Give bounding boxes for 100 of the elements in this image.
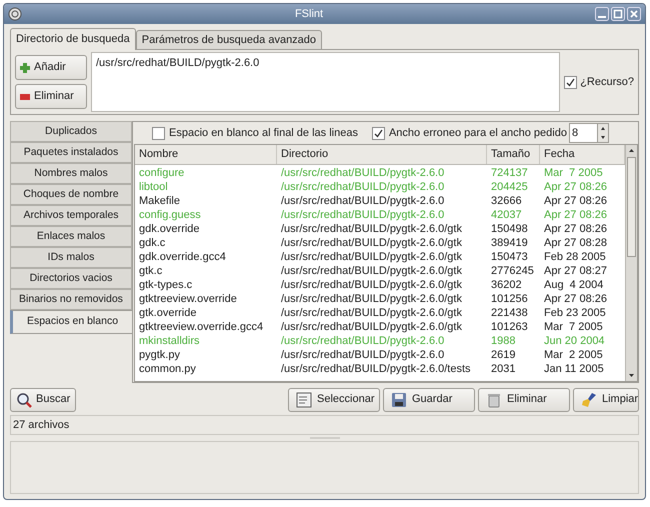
table-cell-text: 221438: [490, 306, 529, 320]
action-button[interactable]: Eliminar: [478, 388, 570, 412]
table-cell-text: 150473: [490, 250, 529, 264]
table-cell-text: 101263: [490, 320, 529, 334]
table-cell-text: Apr 27 08:26: [543, 292, 608, 306]
table-cell-text: /usr/src/redhat/BUILD/pygtk-2.6.0/gtk: [280, 236, 463, 250]
table-cell-text: /usr/src/redhat/BUILD/pygtk-2.6.0: [280, 180, 446, 194]
side-tab[interactable]: Paquetes instalados: [10, 142, 132, 163]
table-cell-text: Apr 27 08:26: [543, 222, 608, 236]
side-tab[interactable]: Archivos temporales: [10, 205, 132, 226]
table-cell-text: Mar 7 2005: [543, 166, 604, 180]
table-cell-text: 2619: [490, 348, 516, 362]
table-cell-text: /usr/src/redhat/BUILD/pygtk-2.6.0/gtk: [280, 306, 463, 320]
table-cell-text: config.guess: [138, 208, 202, 222]
table-row[interactable]: gdk.override /usr/src/redhat/BUILD/pygtk-2.6.0/gtk 150498 Apr 27 08:26: [135, 222, 625, 236]
table-cell-text: /usr/src/redhat/BUILD/pygtk-2.6.0: [280, 334, 446, 348]
table-cell-text: /usr/src/redhat/BUILD/pygtk-2.6.0/gtk: [280, 250, 463, 264]
table-cell-text: Feb 23 2005: [543, 306, 607, 320]
table-cell-text: /usr/src/redhat/BUILD/pygtk-2.6.0: [280, 208, 446, 222]
table-cell-text: Feb 28 2005: [543, 250, 607, 264]
table-cell-text: Apr 27 08:28: [543, 236, 608, 250]
table-cell-text: /usr/src/redhat/BUILD/pygtk-2.6.0/gtk: [280, 264, 463, 278]
table-cell-text: gtk.override: [138, 306, 198, 320]
table-cell-text: 1988: [490, 334, 516, 348]
side-tab[interactable]: Duplicados: [10, 121, 132, 142]
table-cell-text: mkinstalldirs: [138, 334, 201, 348]
table-cell-text: gdk.c: [138, 236, 166, 250]
side-tab[interactable]: Directorios vacios: [10, 268, 132, 289]
table-cell-text: gdk.override: [138, 222, 201, 236]
table-cell-text: 2031: [490, 362, 516, 376]
action-button[interactable]: Limpiar: [573, 388, 639, 412]
table-cell-text: gtk.c: [138, 264, 164, 278]
window-title: FSlint: [294, 6, 324, 22]
table-cell-text: Jan 11 2005: [543, 362, 605, 376]
remove-button[interactable]: Eliminar: [15, 84, 87, 109]
table-cell-text: common.py: [138, 362, 197, 376]
table-cell-text: 42037: [490, 208, 523, 222]
table-cell-text: 150498: [490, 222, 529, 236]
table-cell-text: Mar 2 2005: [543, 348, 604, 362]
search-button[interactable]: Buscar: [10, 388, 76, 412]
table-cell-text: 36202: [490, 278, 523, 292]
action-button[interactable]: Guardar: [383, 388, 475, 412]
table-cell-text: /usr/src/redhat/BUILD/pygtk-2.6.0: [280, 194, 446, 208]
table-cell-text: gtktreeview.override: [138, 292, 238, 306]
table-cell-text: Jun 20 2004: [543, 334, 606, 348]
table-cell-text: gdk.override.gcc4: [138, 250, 227, 264]
column-header[interactable]: Directorio: [277, 145, 487, 164]
table-row[interactable]: gtktreeview.override.gcc4 /usr/src/redhat/BUILD/pygtk-2.6.0/gtk 101263 Mar 7 2005: [135, 320, 625, 334]
table-cell-text: /usr/src/redhat/BUILD/pygtk-2.6.0: [280, 166, 446, 180]
recurse-label: ¿Recurso?: [580, 74, 634, 90]
table-row[interactable]: gtk.override /usr/src/redhat/BUILD/pygtk-2.6.0/gtk 221438 Feb 23 2005: [135, 306, 625, 320]
table-cell-text: Aug 4 2004: [543, 278, 604, 292]
table-row[interactable]: gdk.override.gcc4 /usr/src/redhat/BUILD/pygtk-2.6.0/gtk 150473 Feb 28 2005: [135, 250, 625, 264]
tab[interactable]: Directorio de busqueda: [10, 28, 136, 50]
side-tab[interactable]: IDs malos: [10, 247, 132, 268]
spin-field[interactable]: 8: [568, 123, 609, 143]
table-row[interactable]: common.py /usr/src/redhat/BUILD/pygtk-2.6.0/tests 2031 Jan 11 2005: [135, 362, 625, 376]
side-tab[interactable]: Choques de nombre: [10, 184, 132, 205]
table-cell-text: 2776245: [490, 264, 535, 278]
table-cell-text: gtktreeview.override.gcc4: [138, 320, 264, 334]
option-label: Ancho erroneo para el ancho pedido: [388, 126, 567, 141]
status-bar: 27 archivos: [10, 415, 639, 435]
side-tab[interactable]: Binarios no removidos: [10, 289, 132, 310]
side-tab[interactable]: Enlaces malos: [10, 226, 132, 247]
table-cell-text: configure: [138, 166, 186, 180]
table-cell-text: /usr/src/redhat/BUILD/pygtk-2.6.0/gtk: [280, 278, 463, 292]
table-cell-text: Apr 27 08:26: [543, 194, 608, 208]
table-cell-text: Apr 27 08:27: [543, 264, 608, 278]
table-cell-text: Apr 27 08:26: [543, 208, 608, 222]
directory-item[interactable]: /usr/src/redhat/BUILD/pygtk-2.6.0: [96, 55, 556, 72]
table-row[interactable]: gtk-types.c /usr/src/redhat/BUILD/pygtk-2.6.0/gtk 36202 Aug 4 2004: [135, 278, 625, 292]
table-cell-text: /usr/src/redhat/BUILD/pygtk-2.6.0/gtk: [280, 222, 463, 236]
table-cell-text: /usr/src/redhat/BUILD/pygtk-2.6.0/tests: [280, 362, 472, 376]
table-cell-text: pygtk.py: [138, 348, 181, 362]
option-label: Espacio en blanco al final de las lineas: [169, 126, 358, 141]
action-button[interactable]: Seleccionar: [288, 388, 380, 412]
table-row[interactable]: pygtk.py /usr/src/redhat/BUILD/pygtk-2.6.0 2619 Mar 2 2005: [135, 348, 625, 362]
side-tab[interactable]: Nombres malos: [10, 163, 132, 184]
table-cell-text: /usr/src/redhat/BUILD/pygtk-2.6.0/gtk: [280, 320, 463, 334]
table-cell-text: gtk-types.c: [138, 278, 194, 292]
table-cell-text: Mar 7 2005: [543, 320, 604, 334]
table-row[interactable]: Makefile /usr/src/redhat/BUILD/pygtk-2.6.0 32666 Apr 27 08:26: [135, 194, 625, 208]
add-button[interactable]: Añadir: [15, 55, 87, 80]
table-cell-text: libtool: [138, 180, 169, 194]
column-header[interactable]: Tamaño: [487, 145, 540, 164]
table-cell-text: Apr 27 08:26: [543, 180, 608, 194]
table-cell-text: /usr/src/redhat/BUILD/pygtk-2.6.0/gtk: [280, 292, 463, 306]
table-cell-text: 32666: [490, 194, 523, 208]
table-row[interactable]: gtktreeview.override /usr/src/redhat/BUILD/pygtk-2.6.0/gtk 101256 Apr 27 08:26: [135, 292, 625, 306]
table-cell-text: 389419: [490, 236, 529, 250]
table-row[interactable]: gtk.c /usr/src/redhat/BUILD/pygtk-2.6.0/gtk 2776245 Apr 27 08:27: [135, 264, 625, 278]
table-cell-text: 724137: [490, 166, 529, 180]
table-cell-text: /usr/src/redhat/BUILD/pygtk-2.6.0: [280, 348, 446, 362]
table-cell-text: 101256: [490, 292, 529, 306]
column-header[interactable]: Nombre: [135, 145, 277, 164]
tab[interactable]: Parámetros de busqueda avanzado: [136, 30, 322, 49]
table-row[interactable]: gdk.c /usr/src/redhat/BUILD/pygtk-2.6.0/gtk 389419 Apr 27 08:28: [135, 236, 625, 250]
table-cell-text: Makefile: [138, 194, 181, 208]
side-tab[interactable]: Espacios en blanco: [10, 310, 132, 334]
table-cell-text: 204425: [490, 180, 529, 194]
